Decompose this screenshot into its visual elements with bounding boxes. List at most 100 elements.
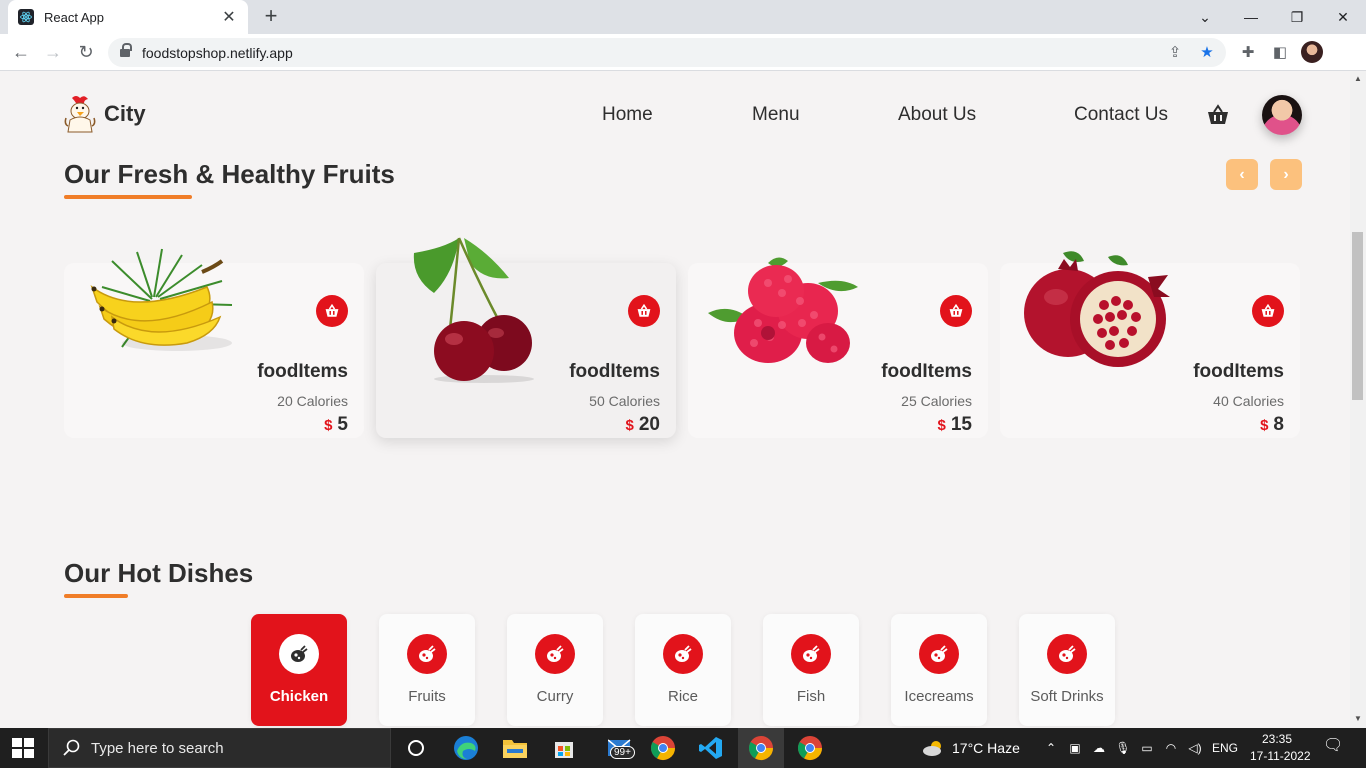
tab-close-icon[interactable]: ✕ [220, 7, 238, 27]
back-arrow-icon[interactable]: ← [9, 40, 33, 64]
fruit-card-price: $20 [626, 414, 660, 436]
category-rice[interactable]: Rice [635, 614, 731, 726]
nav-contact-us[interactable]: Contact Us [1074, 104, 1168, 126]
windows-taskbar: Type here to search 99+ 17°C Haze ⌃ ▣ ☁ … [0, 728, 1366, 768]
microsoft-store-icon[interactable] [550, 734, 578, 762]
cherry-image [404, 233, 544, 388]
share-icon[interactable]: ⇪ [1166, 43, 1184, 61]
food-category-icon [663, 634, 703, 674]
fruit-card-name: foodItems [1193, 361, 1284, 382]
nav-menu[interactable]: Menu [752, 104, 800, 126]
weather-text[interactable]: 17°C Haze [952, 740, 1020, 756]
nav-about-us[interactable]: About Us [898, 104, 976, 126]
input-language[interactable]: ENG [1212, 741, 1238, 755]
add-to-cart-button[interactable] [940, 295, 972, 327]
user-avatar[interactable] [1262, 95, 1302, 135]
battery-icon[interactable]: ▭ [1139, 741, 1155, 755]
scroll-down-arrow-icon[interactable]: ▼ [1350, 712, 1366, 726]
category-icecreams[interactable]: Icecreams [891, 614, 987, 726]
forward-arrow-icon[interactable]: → [41, 40, 65, 64]
window-close-button[interactable]: ✕ [1320, 0, 1366, 34]
fruit-card[interactable]: foodItems 50 Calories $20 [376, 237, 676, 438]
tab-search-chevron-icon[interactable]: ⌄ [1182, 0, 1228, 34]
volume-icon[interactable]: ◁) [1187, 741, 1203, 755]
fruit-card[interactable]: foodItems 40 Calories $8 [1000, 251, 1300, 438]
new-tab-button[interactable]: + [260, 5, 282, 28]
currency-symbol: $ [1260, 417, 1269, 434]
address-bar[interactable]: foodstopshop.netlify.app ⇪ ★ [108, 38, 1226, 67]
carousel-next-button[interactable]: › [1270, 159, 1302, 190]
edge-browser-icon[interactable] [452, 734, 480, 762]
category-chicken[interactable]: Chicken [251, 614, 347, 726]
extensions-puzzle-icon[interactable]: ✚ [1238, 42, 1258, 62]
taskbar-search-box[interactable]: Type here to search [48, 728, 391, 768]
scrollbar-thumb[interactable] [1352, 232, 1363, 400]
url-text: foodstopshop.netlify.app [142, 44, 293, 61]
browser-tab-strip: React App ✕ + ⌄ — ❐ ✕ [0, 0, 1366, 34]
category-label: Fish [796, 688, 826, 705]
mail-icon[interactable]: 99+ [602, 734, 638, 762]
chrome-profile-icon[interactable] [796, 734, 824, 762]
react-icon [18, 9, 34, 25]
fruit-card-calories: 20 Calories [277, 393, 348, 409]
tray-security-icon[interactable]: ☁ [1091, 741, 1107, 755]
clock-date[interactable]: 17-11-2022 [1250, 749, 1311, 763]
file-explorer-icon[interactable] [501, 734, 529, 762]
fruit-card-price: $5 [324, 414, 348, 436]
carousel-prev-button[interactable]: ‹ [1226, 159, 1258, 190]
reload-icon[interactable]: ↻ [74, 40, 98, 64]
wifi-icon[interactable]: ◠ [1163, 741, 1179, 755]
fruit-card[interactable]: foodItems 25 Calories $15 [688, 257, 988, 438]
tray-expand-chevron-icon[interactable]: ⌃ [1043, 741, 1059, 755]
category-soft-drinks[interactable]: Soft Drinks [1019, 614, 1115, 726]
currency-symbol: $ [625, 417, 634, 434]
browser-profile-avatar[interactable] [1301, 41, 1323, 63]
microphone-icon[interactable]: 🎙 [1115, 741, 1131, 755]
mail-unread-badge: 99+ [610, 746, 635, 759]
price-value: 5 [337, 414, 348, 435]
lock-icon [120, 42, 132, 59]
food-category-icon [1047, 634, 1087, 674]
shopping-basket-icon[interactable] [1206, 104, 1230, 126]
chrome-active-window-icon[interactable] [747, 734, 775, 762]
category-fruits[interactable]: Fruits [379, 614, 475, 726]
shopping-basket-icon [637, 304, 651, 317]
browser-tab[interactable]: React App ✕ [8, 0, 248, 34]
fruit-card[interactable]: foodItems 20 Calories $5 [64, 248, 364, 438]
currency-symbol: $ [324, 417, 333, 434]
vscode-icon[interactable] [697, 734, 725, 762]
add-to-cart-button[interactable] [1252, 295, 1284, 327]
bookmark-star-icon[interactable]: ★ [1198, 43, 1216, 61]
site-logo[interactable]: City [62, 94, 146, 134]
add-to-cart-button[interactable] [316, 295, 348, 327]
weather-cloud-icon[interactable] [920, 734, 948, 762]
shopping-basket-icon [1261, 304, 1275, 317]
minimize-button[interactable]: — [1228, 0, 1274, 34]
category-label: Icecreams [904, 688, 974, 705]
restore-button[interactable]: ❐ [1274, 0, 1320, 34]
side-panel-icon[interactable]: ◧ [1270, 42, 1290, 62]
windows-start-icon[interactable] [12, 738, 34, 758]
chrome-icon[interactable] [649, 734, 677, 762]
fruit-card-calories: 50 Calories [589, 393, 660, 409]
tray-meet-icon[interactable]: ▣ [1067, 741, 1083, 755]
category-fish[interactable]: Fish [763, 614, 859, 726]
fruit-card-calories: 40 Calories [1213, 393, 1284, 409]
fruit-card-name: foodItems [569, 361, 660, 382]
add-to-cart-button[interactable] [628, 295, 660, 327]
food-category-icon [279, 634, 319, 674]
brand-name: City [104, 101, 146, 126]
fruit-card-price: $15 [938, 414, 972, 436]
category-label: Chicken [269, 688, 329, 705]
fruit-card-name: foodItems [881, 361, 972, 382]
chef-chicken-logo-icon [62, 94, 98, 134]
task-view-icon[interactable] [402, 734, 430, 762]
clock-time[interactable]: 23:35 [1262, 732, 1292, 746]
nav-home[interactable]: Home [602, 104, 653, 126]
notification-icon[interactable]: 🗨 [1323, 738, 1343, 757]
category-curry[interactable]: Curry [507, 614, 603, 726]
tab-title: React App [44, 9, 104, 25]
category-label: Rice [667, 688, 698, 705]
chevron-left-icon: ‹ [1239, 165, 1245, 183]
scroll-up-arrow-icon[interactable]: ▲ [1350, 72, 1366, 86]
